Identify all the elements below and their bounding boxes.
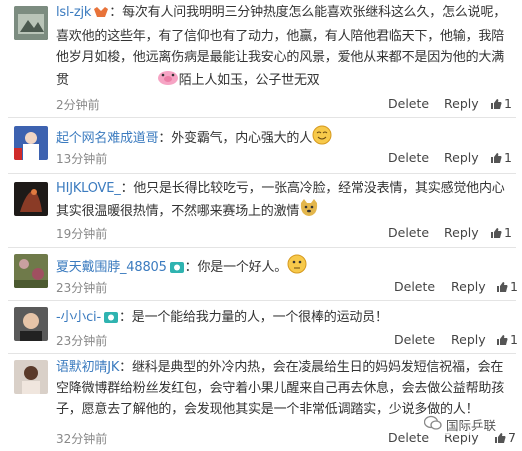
timestamp: 32分钟前 <box>56 432 108 446</box>
comment-text: lsl-zjk ：每次有人问我明明三分钟热度怎么能喜欢张继科这么久，怎么说呢，喜欢… <box>56 2 510 93</box>
pig-emoji-icon <box>157 68 179 93</box>
delete-button[interactable]: Delete <box>388 225 429 240</box>
like-button[interactable]: 1 <box>496 332 518 349</box>
comment-text: HIJKLOVE_：他只是长得比较吃亏，一张高冷脸，经常没表情，其实感觉他内心其… <box>56 178 510 224</box>
delete-button[interactable]: Delete <box>388 150 429 165</box>
comment-item: HIJKLOVE_：他只是长得比较吃亏，一张高冷脸，经常没表情，其实感觉他内心其… <box>0 174 522 246</box>
like-button[interactable]: 1 <box>490 150 512 167</box>
comment-tail: 陌上人如玉，公子世无双 <box>178 73 320 88</box>
comment-body: 外变霸气，内心强大的人 <box>171 131 313 146</box>
avatar[interactable] <box>14 360 48 394</box>
comment-text: 语默初晴JK：继科是典型的外冷内热，会在凌晨给生日的妈妈发短信祝福，会在空降微博… <box>56 357 510 420</box>
username-link[interactable]: -小小ci- <box>56 310 101 325</box>
thumbs-up-icon <box>496 281 508 296</box>
like-button[interactable]: 1 <box>490 96 512 113</box>
username-link[interactable]: 夏天戴围脖_48805 <box>56 260 167 275</box>
comment-item: -小小ci- ：是一个能给我力量的人，一个很棒的运动员！ 23分钟前 Delete… <box>0 301 522 353</box>
like-count: 1 <box>510 332 518 347</box>
like-count: 1 <box>504 96 512 111</box>
avatar[interactable] <box>14 307 48 341</box>
camera-badge-icon <box>169 260 185 281</box>
delete-button[interactable]: Delete <box>394 332 435 347</box>
thumbs-up-icon <box>490 152 502 167</box>
reply-button[interactable]: Reply <box>451 279 486 294</box>
comment-text: 夏天戴围脖_48805 ：你是一个好人。 <box>56 254 510 281</box>
avatar[interactable] <box>14 126 48 160</box>
thumbs-up-icon <box>490 227 502 242</box>
timestamp: 13分钟前 <box>56 152 108 166</box>
comment-item: 夏天戴围脖_48805 ：你是一个好人。 23分钟前 Delete Reply 1 <box>0 248 522 300</box>
comment-body: 你是一个好人。 <box>197 260 288 275</box>
like-count: 7 <box>508 430 516 445</box>
reply-button[interactable]: Reply <box>444 96 479 111</box>
timestamp: 23分钟前 <box>56 281 108 295</box>
timestamp: 23分钟前 <box>56 334 108 348</box>
thumbs-up-icon <box>490 98 502 113</box>
avatar[interactable] <box>14 182 48 216</box>
comment-text: 起个网名难成道哥：外变霸气，内心强大的人 <box>56 125 510 152</box>
avatar[interactable] <box>14 6 48 40</box>
like-count: 1 <box>504 150 512 165</box>
comment-item: lsl-zjk ：每次有人问我明明三分钟热度怎么能喜欢张继科这么久，怎么说呢，喜欢… <box>0 0 522 117</box>
avatar[interactable] <box>14 254 48 288</box>
watermark-text: 国际乒联 <box>446 418 497 433</box>
comment-body: 是一个能给我力量的人，一个很棒的运动员！ <box>131 310 388 325</box>
thumbs-up-icon <box>496 334 508 349</box>
delete-button[interactable]: Delete <box>394 279 435 294</box>
doge-emoji-icon <box>299 199 319 224</box>
thinking-emoji-icon <box>287 254 307 281</box>
like-button[interactable]: 1 <box>496 279 518 296</box>
wechat-icon <box>423 415 442 434</box>
reply-button[interactable]: Reply <box>444 150 479 165</box>
timestamp: 2分钟前 <box>56 98 100 112</box>
like-count: 1 <box>510 279 518 294</box>
reply-button[interactable]: Reply <box>444 225 479 240</box>
separator: ： <box>118 310 132 325</box>
comment-item: 起个网名难成道哥：外变霸气，内心强大的人 13分钟前 Delete Reply … <box>0 118 522 174</box>
smile-emoji-icon <box>312 125 332 152</box>
username-link[interactable]: 语默初晴JK <box>56 360 119 375</box>
reply-button[interactable]: Reply <box>451 332 486 347</box>
username-link[interactable]: 起个网名难成道哥 <box>56 131 159 146</box>
like-count: 1 <box>504 225 512 240</box>
camera-badge-icon <box>103 310 119 331</box>
separator: ： <box>184 260 198 275</box>
username-link[interactable]: lsl-zjk <box>56 5 91 20</box>
separator: ： <box>120 181 134 196</box>
comment-text: -小小ci- ：是一个能给我力量的人，一个很棒的运动员！ <box>56 307 510 331</box>
comment-item: 语默初晴JK：继科是典型的外冷内热，会在凌晨给生日的妈妈发短信祝福，会在空降微博… <box>0 354 522 451</box>
watermark: 国际乒联 <box>420 414 501 435</box>
separator: ： <box>158 131 172 146</box>
delete-button[interactable]: Delete <box>388 96 429 111</box>
separator: ： <box>109 5 123 20</box>
username-link[interactable]: HIJKLOVE_ <box>56 181 121 196</box>
separator: ： <box>119 360 132 375</box>
like-button[interactable]: 1 <box>490 225 512 242</box>
member-icon <box>93 5 109 26</box>
timestamp: 19分钟前 <box>56 227 108 241</box>
